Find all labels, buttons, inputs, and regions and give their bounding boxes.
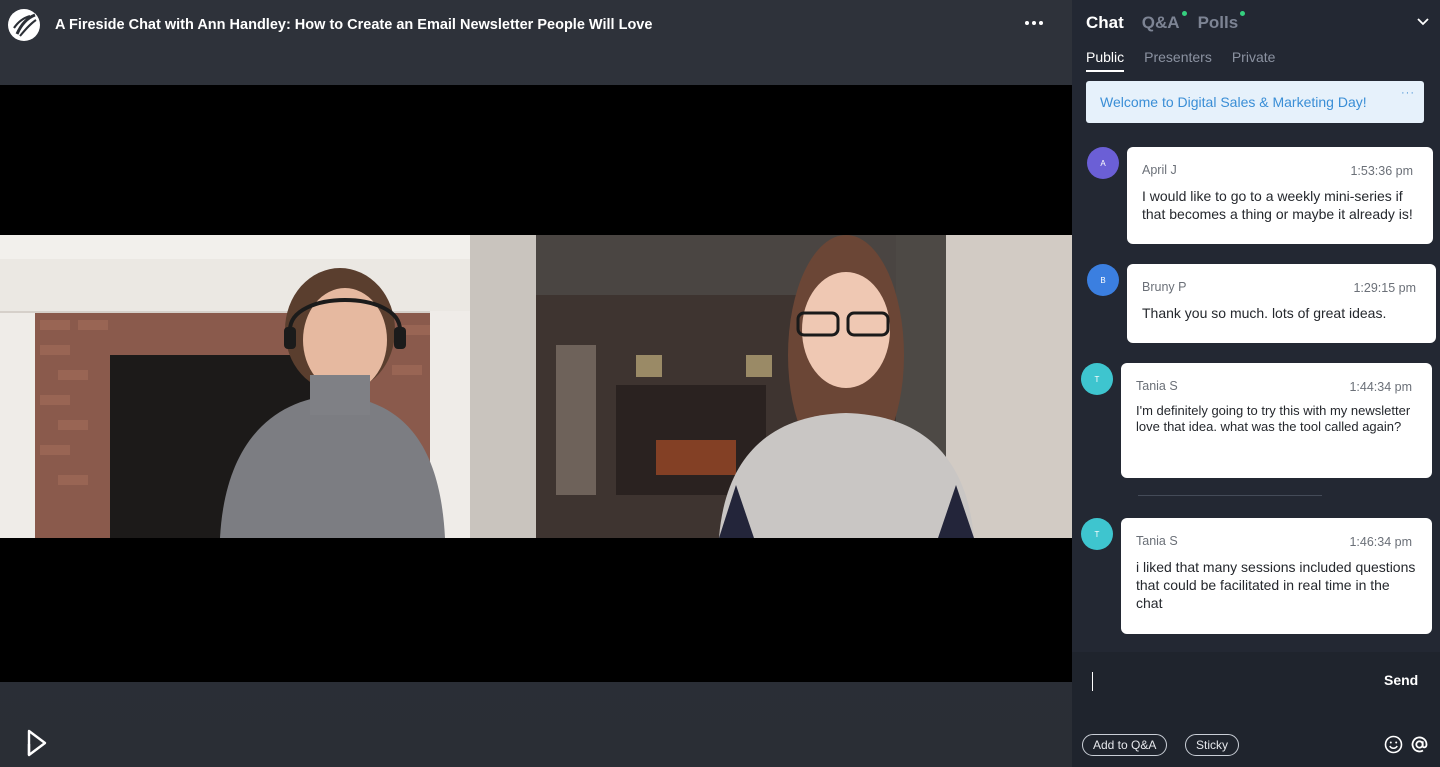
- message-time: 1:46:34 pm: [1349, 535, 1412, 549]
- brand-logo-icon[interactable]: [8, 9, 40, 41]
- message-text: i liked that many sessions included ques…: [1136, 559, 1416, 611]
- avatar: T: [1081, 363, 1113, 395]
- chat-compose: Send Add to Q&A Sticky: [1072, 652, 1440, 767]
- chevron-down-icon[interactable]: [1415, 14, 1431, 30]
- tab-qa[interactable]: Q&A: [1142, 11, 1187, 33]
- tab-polls[interactable]: Polls: [1198, 11, 1246, 33]
- participant-feed-right: [536, 235, 1072, 538]
- subtab-presenters[interactable]: Presenters: [1144, 49, 1212, 72]
- player-logo-icon[interactable]: [24, 728, 50, 758]
- add-to-qa-button[interactable]: Add to Q&A: [1082, 734, 1168, 756]
- message-time: 1:53:36 pm: [1350, 164, 1413, 178]
- more-horizontal-icon: [1025, 21, 1029, 25]
- chat-message[interactable]: April J 1:53:36 pm I would like to go to…: [1127, 147, 1433, 244]
- welcome-banner: Welcome to Digital Sales & Marketing Day…: [1086, 81, 1424, 123]
- emoji-icon[interactable]: [1384, 735, 1403, 754]
- chat-message[interactable]: Tania S 1:44:34 pm I'm definitely going …: [1121, 363, 1432, 478]
- chat-subtabs: Public Presenters Private: [1086, 49, 1275, 72]
- subtab-public[interactable]: Public: [1086, 49, 1125, 72]
- avatar: A: [1087, 147, 1119, 179]
- welcome-text: Welcome to Digital Sales & Marketing Day…: [1100, 94, 1367, 110]
- tab-chat[interactable]: Chat: [1086, 13, 1124, 33]
- text-caret: [1092, 672, 1093, 691]
- subtab-private[interactable]: Private: [1232, 49, 1276, 72]
- notification-dot: [1181, 11, 1187, 16]
- video-player[interactable]: [0, 85, 1072, 682]
- participant-feed-left: [0, 235, 536, 538]
- more-options-button[interactable]: [1022, 12, 1046, 34]
- session-header: A Fireside Chat with Ann Handley: How to…: [0, 0, 1072, 52]
- avatar: B: [1087, 264, 1119, 296]
- session-title: A Fireside Chat with Ann Handley: How to…: [55, 17, 653, 33]
- send-button[interactable]: Send: [1384, 672, 1418, 688]
- notification-dot: [1240, 11, 1246, 16]
- message-time: 1:29:15 pm: [1353, 281, 1416, 295]
- panel-tabs: Chat Q&A Polls: [1086, 11, 1246, 33]
- avatar: T: [1081, 518, 1113, 550]
- video-stage: A Fireside Chat with Ann Handley: How to…: [0, 0, 1072, 767]
- message-text: Thank you so much. lots of great ideas.: [1142, 305, 1387, 321]
- message-text: I would like to go to a weekly mini-seri…: [1142, 188, 1413, 222]
- message-time: 1:44:34 pm: [1349, 380, 1412, 394]
- sticky-button[interactable]: Sticky: [1185, 734, 1240, 756]
- chat-message[interactable]: Bruny P 1:29:15 pm Thank you so much. lo…: [1127, 264, 1436, 343]
- chat-message[interactable]: Tania S 1:46:34 pm i liked that many ses…: [1121, 518, 1432, 634]
- at-sign-icon[interactable]: [1410, 735, 1429, 754]
- message-text: I'm definitely going to try this with my…: [1136, 403, 1411, 434]
- message-divider: [1138, 495, 1322, 496]
- welcome-more-button[interactable]: ···: [1401, 87, 1415, 99]
- message-input[interactable]: [1084, 662, 1369, 702]
